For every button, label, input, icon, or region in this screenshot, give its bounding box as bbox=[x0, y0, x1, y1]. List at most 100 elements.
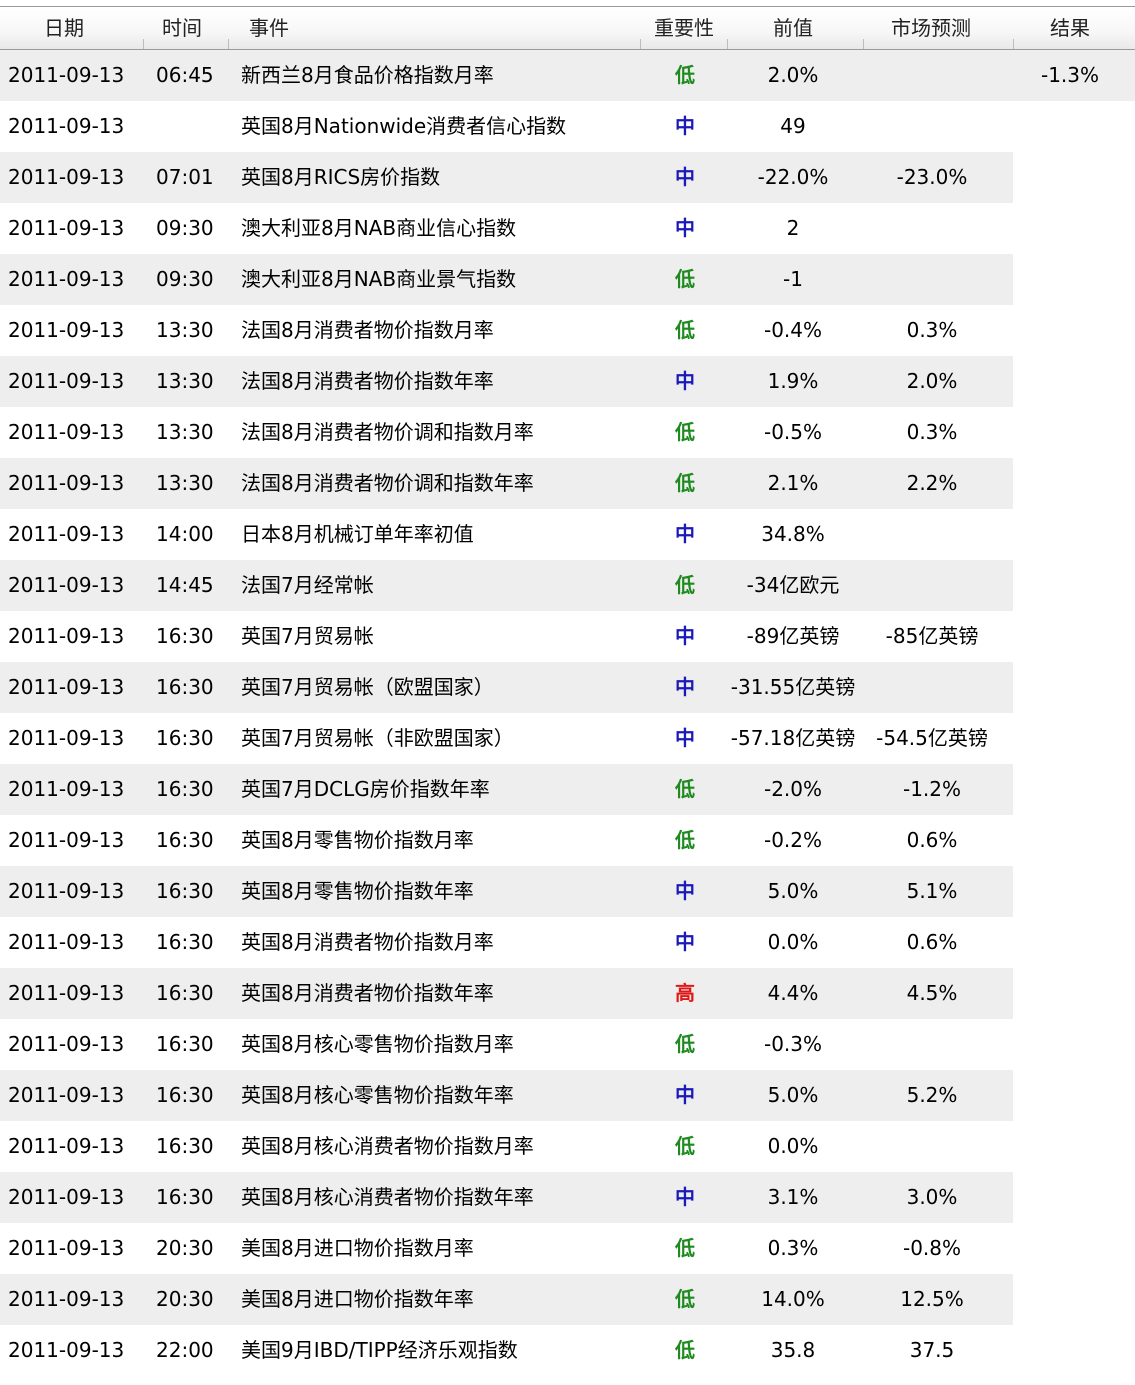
cell-date: 2011-09-13 bbox=[8, 981, 125, 1005]
cell-time: 13:30 bbox=[156, 369, 214, 393]
header-time[interactable]: 时间 bbox=[162, 7, 202, 49]
cell-forecast bbox=[862, 509, 1002, 560]
cell-result bbox=[1010, 407, 1130, 458]
cell-importance: 低 bbox=[675, 1134, 695, 1158]
cell-date: 2011-09-13 bbox=[8, 1338, 125, 1362]
table-row[interactable]: 2011-09-13 英国8月Nationwide消费者信心指数 中 49 bbox=[0, 101, 1135, 152]
cell-event: 英国8月消费者物价指数年率 bbox=[241, 981, 494, 1005]
cell-time: 07:01 bbox=[156, 165, 214, 189]
table-row[interactable]: 2011-09-13 16:30 英国8月核心零售物价指数月率 低 -0.3% bbox=[0, 1019, 1135, 1070]
table-row[interactable]: 2011-09-13 16:30 英国7月DCLG房价指数年率 低 -2.0% -1.2% bbox=[0, 764, 1135, 815]
cell-importance: 中 bbox=[675, 216, 695, 240]
cell-time: 16:30 bbox=[156, 726, 214, 750]
cell-forecast: -23.0% bbox=[896, 165, 968, 189]
cell-previous: -31.55亿英镑 bbox=[730, 675, 856, 699]
cell-result bbox=[1010, 458, 1130, 509]
cell-date: 2011-09-13 bbox=[8, 216, 125, 240]
cell-date: 2011-09-13 bbox=[8, 420, 125, 444]
table-row[interactable]: 2011-09-13 16:30 英国8月消费者物价指数月率 中 0.0% 0.6% bbox=[0, 917, 1135, 968]
cell-importance: 低 bbox=[675, 777, 695, 801]
cell-result bbox=[1010, 1325, 1130, 1376]
cell-forecast: 2.2% bbox=[906, 471, 958, 495]
cell-importance: 低 bbox=[675, 828, 695, 852]
cell-forecast: -85亿英镑 bbox=[885, 624, 979, 648]
table-row[interactable]: 2011-09-13 09:30 澳大利亚8月NAB商业景气指数 低 -1 bbox=[0, 254, 1135, 305]
cell-time: 16:30 bbox=[156, 777, 214, 801]
cell-importance: 低 bbox=[675, 471, 695, 495]
cell-result bbox=[1010, 866, 1130, 917]
cell-result bbox=[1010, 1172, 1130, 1223]
cell-previous: 3.1% bbox=[767, 1185, 819, 1209]
cell-event: 美国9月IBD/TIPP经济乐观指数 bbox=[241, 1338, 518, 1362]
cell-time: 16:30 bbox=[156, 930, 214, 954]
table-row[interactable]: 2011-09-13 20:30 美国8月进口物价指数年率 低 14.0% 12.5% bbox=[0, 1274, 1135, 1325]
table-row[interactable]: 2011-09-13 13:30 法国8月消费者物价调和指数年率 低 2.1% 2.2% bbox=[0, 458, 1135, 509]
cell-event: 英国8月零售物价指数年率 bbox=[241, 879, 474, 903]
cell-previous: 1.9% bbox=[767, 369, 819, 393]
header-event[interactable]: 事件 bbox=[249, 7, 289, 49]
table-row[interactable]: 2011-09-13 16:30 英国8月核心零售物价指数年率 中 5.0% 5.2% bbox=[0, 1070, 1135, 1121]
table-row[interactable]: 2011-09-13 16:30 英国7月贸易帐 中 -89亿英镑 -85亿英镑 bbox=[0, 611, 1135, 662]
table-row[interactable]: 2011-09-13 07:01 英国8月RICS房价指数 中 -22.0% -23.0% bbox=[0, 152, 1135, 203]
cell-importance: 中 bbox=[675, 1083, 695, 1107]
cell-forecast bbox=[862, 203, 1002, 254]
table-row[interactable]: 2011-09-13 14:00 日本8月机械订单年率初值 中 34.8% bbox=[0, 509, 1135, 560]
cell-date: 2011-09-13 bbox=[8, 1185, 125, 1209]
header-result[interactable]: 结果 bbox=[1050, 7, 1090, 49]
table-row[interactable]: 2011-09-13 16:30 英国8月零售物价指数月率 低 -0.2% 0.6% bbox=[0, 815, 1135, 866]
table-row[interactable]: 2011-09-13 16:30 英国8月消费者物价指数年率 高 4.4% 4.5% bbox=[0, 968, 1135, 1019]
table-row[interactable]: 2011-09-13 13:30 法国8月消费者物价指数年率 中 1.9% 2.0% bbox=[0, 356, 1135, 407]
cell-importance: 中 bbox=[675, 624, 695, 648]
header-forecast[interactable]: 市场预测 bbox=[891, 7, 971, 49]
cell-date: 2011-09-13 bbox=[8, 624, 125, 648]
cell-date: 2011-09-13 bbox=[8, 1134, 125, 1158]
cell-time: 13:30 bbox=[156, 318, 214, 342]
table-row[interactable]: 2011-09-13 16:30 英国8月核心消费者物价指数年率 中 3.1% 3.0% bbox=[0, 1172, 1135, 1223]
cell-forecast: 0.6% bbox=[906, 828, 958, 852]
cell-previous: 2.1% bbox=[767, 471, 819, 495]
header-separator bbox=[863, 39, 864, 49]
cell-result bbox=[1010, 662, 1130, 713]
cell-date: 2011-09-13 bbox=[8, 828, 125, 852]
header-previous[interactable]: 前值 bbox=[773, 7, 813, 49]
cell-previous: 2.0% bbox=[767, 63, 819, 87]
cell-importance: 中 bbox=[675, 369, 695, 393]
cell-event: 英国8月核心消费者物价指数年率 bbox=[241, 1185, 534, 1209]
cell-date: 2011-09-13 bbox=[8, 114, 125, 138]
cell-importance: 低 bbox=[675, 1032, 695, 1056]
table-row[interactable]: 2011-09-13 16:30 英国7月贸易帐（欧盟国家） 中 -31.55亿英镑 bbox=[0, 662, 1135, 713]
header-date[interactable]: 日期 bbox=[44, 7, 84, 49]
table-row[interactable]: 2011-09-13 16:30 英国8月核心消费者物价指数月率 低 0.0% bbox=[0, 1121, 1135, 1172]
cell-forecast: 5.1% bbox=[906, 879, 958, 903]
table-row[interactable]: 2011-09-13 16:30 英国8月零售物价指数年率 中 5.0% 5.1% bbox=[0, 866, 1135, 917]
cell-forecast: -54.5亿英镑 bbox=[876, 726, 988, 750]
cell-forecast: 3.0% bbox=[906, 1185, 958, 1209]
cell-time: 13:30 bbox=[156, 420, 214, 444]
table-row[interactable]: 2011-09-13 20:30 美国8月进口物价指数月率 低 0.3% -0.8% bbox=[0, 1223, 1135, 1274]
cell-previous: -22.0% bbox=[757, 165, 829, 189]
table-row[interactable]: 2011-09-13 14:45 法国7月经常帐 低 -34亿欧元 bbox=[0, 560, 1135, 611]
table-row[interactable]: 2011-09-13 13:30 法国8月消费者物价指数月率 低 -0.4% 0.3% bbox=[0, 305, 1135, 356]
cell-date: 2011-09-13 bbox=[8, 930, 125, 954]
table-row[interactable]: 2011-09-13 13:30 法国8月消费者物价调和指数月率 低 -0.5% 0.3% bbox=[0, 407, 1135, 458]
cell-event: 英国8月消费者物价指数月率 bbox=[241, 930, 494, 954]
cell-result bbox=[1010, 1223, 1130, 1274]
cell-event: 法国8月消费者物价调和指数年率 bbox=[241, 471, 534, 495]
cell-result bbox=[1010, 305, 1130, 356]
table-row[interactable]: 2011-09-13 22:00 美国9月IBD/TIPP经济乐观指数 低 35.8 37… bbox=[0, 1325, 1135, 1376]
cell-time: 09:30 bbox=[156, 216, 214, 240]
cell-result bbox=[1010, 917, 1130, 968]
header-importance[interactable]: 重要性 bbox=[654, 7, 714, 49]
table-row[interactable]: 2011-09-13 06:45 新西兰8月食品价格指数月率 低 2.0% -1.3% bbox=[0, 50, 1135, 101]
cell-event: 英国8月核心消费者物价指数月率 bbox=[241, 1134, 534, 1158]
cell-previous: -34亿欧元 bbox=[746, 573, 840, 597]
cell-time: 16:30 bbox=[156, 879, 214, 903]
cell-date: 2011-09-13 bbox=[8, 675, 125, 699]
cell-event: 法国8月消费者物价指数年率 bbox=[241, 369, 494, 393]
table-row[interactable]: 2011-09-13 09:30 澳大利亚8月NAB商业信心指数 中 2 bbox=[0, 203, 1135, 254]
cell-importance: 中 bbox=[675, 522, 695, 546]
table-row[interactable]: 2011-09-13 16:30 英国7月贸易帐（非欧盟国家） 中 -57.18亿英镑 -… bbox=[0, 713, 1135, 764]
cell-date: 2011-09-13 bbox=[8, 471, 125, 495]
cell-result bbox=[1010, 152, 1130, 203]
cell-result bbox=[1010, 1070, 1130, 1121]
